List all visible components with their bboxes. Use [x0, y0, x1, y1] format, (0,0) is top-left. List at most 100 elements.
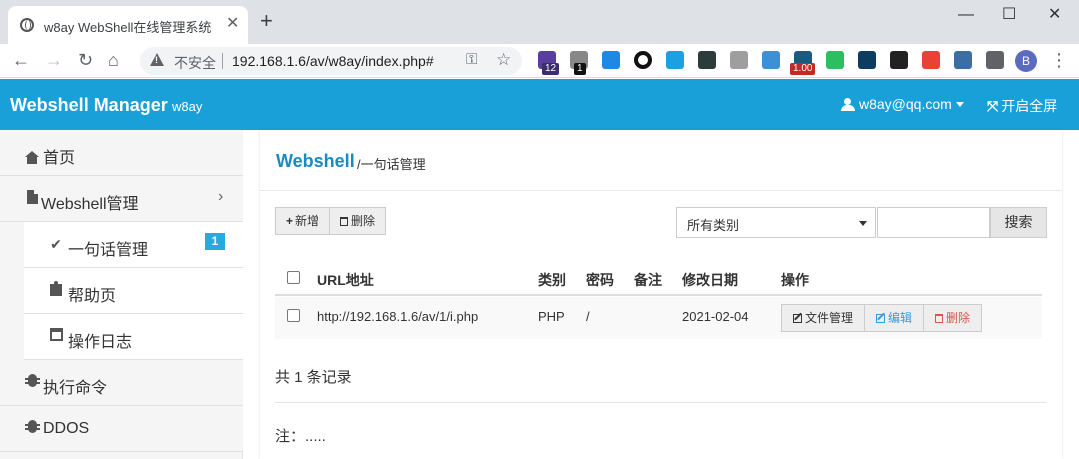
users-icon [840, 98, 856, 111]
ext-chart-icon[interactable] [858, 51, 876, 69]
user-menu[interactable]: w8ay@qq.com [840, 96, 964, 112]
tab-title: w8ay WebShell在线管理系统 [44, 20, 212, 35]
reload-button[interactable]: ↻ [78, 49, 93, 71]
trash-icon [340, 217, 349, 226]
column-header-url[interactable]: URL地址 [317, 270, 374, 290]
app-header: Webshell Manager w8ay w8ay@qq.com ⤧ 开启全屏 [0, 79, 1079, 130]
search-input[interactable] [877, 207, 990, 238]
maximize-button[interactable]: ☐ [1002, 6, 1016, 24]
ext-google-icon[interactable] [922, 51, 940, 69]
insecure-label[interactable]: 不安全 [174, 53, 216, 73]
count-badge: 1 [205, 233, 225, 250]
brand-subtitle: w8ay [172, 99, 203, 114]
record-count: 共 1 条记录 [275, 369, 352, 386]
sidebar-item-help[interactable]: 帮助页 [24, 268, 243, 314]
url-text[interactable]: 192.168.1.6/av/w8ay/index.php# [232, 53, 434, 69]
ext-pin-icon[interactable] [602, 51, 620, 69]
ext-cube-icon[interactable] [666, 51, 684, 69]
minimize-button[interactable]: — [958, 6, 974, 24]
ext-ring-icon[interactable] [634, 51, 652, 69]
row-delete-button[interactable]: 删除 [924, 304, 983, 332]
extension-badge: 1.00 [790, 63, 816, 75]
ext-dark-icon[interactable] [698, 51, 716, 69]
cell-url[interactable]: http://192.168.1.6/av/1/i.php [317, 309, 478, 324]
extension-badge: 1 [574, 63, 586, 75]
ext-mail-icon[interactable] [730, 51, 748, 69]
profile-avatar[interactable]: B [1015, 50, 1037, 72]
column-header-password[interactable]: 密码 [586, 270, 614, 290]
sidebar: 首页 Webshell管理 › ✔ 一句话管理 1 帮助页 操作日志 执行命令 … [0, 130, 243, 459]
edit-icon [793, 314, 802, 323]
globe-icon [20, 18, 34, 32]
add-button-label: 新增 [295, 214, 320, 228]
edit-button[interactable]: 编辑 [865, 304, 925, 332]
sidebar-item-log[interactable]: 操作日志 [24, 314, 243, 360]
ext-arrow-icon[interactable] [762, 51, 780, 69]
bug-icon [24, 374, 40, 390]
check-icon: ✔ [50, 236, 62, 252]
delete-button-label: 删除 [351, 214, 376, 228]
brand-title[interactable]: Webshell Manager [10, 95, 168, 116]
divider [275, 402, 1047, 403]
column-header-type[interactable]: 类别 [538, 270, 566, 290]
column-header-remark[interactable]: 备注 [634, 270, 662, 290]
action-button-group: + 新增 删除 [275, 207, 387, 235]
file-manager-button[interactable]: 文件管理 [781, 304, 866, 332]
back-button[interactable]: ← [12, 49, 30, 71]
fullscreen-button[interactable]: ⤧ 开启全屏 [987, 96, 1057, 116]
file-manager-label: 文件管理 [805, 311, 854, 325]
key-icon[interactable]: ⚿ [466, 51, 477, 68]
ext-tape-icon[interactable] [890, 51, 908, 69]
sidebar-item-ddos[interactable]: DDOS [0, 406, 243, 452]
row-checkbox[interactable] [287, 309, 300, 322]
sidebar-item-home[interactable]: 首页 [0, 130, 243, 176]
sidebar-item-label: DDOS [43, 420, 90, 437]
divider [260, 190, 1062, 191]
category-select-value: 所有类别 [687, 218, 740, 233]
bookmark-star-icon[interactable]: ☆ [496, 50, 511, 70]
select-all-checkbox[interactable] [287, 271, 300, 284]
trash-icon [935, 314, 944, 323]
tab-close-icon[interactable]: ✕ [226, 15, 239, 33]
calendar-icon [48, 328, 64, 344]
browser-menu-icon[interactable]: ⋮ [1050, 50, 1068, 70]
ext-evernote-icon[interactable] [826, 51, 844, 69]
column-header-date[interactable]: 修改日期 [682, 270, 738, 290]
sidebar-item-label: 帮助页 [68, 288, 117, 305]
search-button[interactable]: 搜索 [990, 207, 1047, 238]
sidebar-item-oneliner[interactable]: ✔ 一句话管理 1 [24, 222, 243, 268]
puzzle-icon [48, 281, 64, 299]
fullscreen-label: 开启全屏 [1001, 98, 1058, 114]
browser-tab[interactable]: w8ay WebShell在线管理系统 ✕ [8, 6, 248, 44]
ext-puzzle-icon[interactable] [986, 51, 1004, 69]
ext-grid-icon[interactable] [954, 51, 972, 69]
sidebar-item-label: 执行命令 [43, 380, 108, 397]
note-text: 注：..... [275, 428, 326, 445]
address-separator [222, 53, 223, 69]
sidebar-item-label: 操作日志 [68, 334, 133, 351]
sidebar-item-label: 首页 [43, 150, 76, 167]
add-button[interactable]: + 新增 [275, 207, 331, 235]
forward-button[interactable]: → [45, 49, 63, 71]
main-panel: Webshell /一句话管理 + 新增 删除 所有类别 搜索 URL地址 类别 … [260, 130, 1062, 459]
file-icon [24, 190, 40, 207]
table-row: http://192.168.1.6/av/1/i.php PHP / 2021… [275, 297, 1042, 339]
browser-tabstrip: w8ay WebShell在线管理系统 ✕ + — ☐ ✕ [0, 0, 1079, 44]
warning-icon [150, 53, 164, 66]
edit-label: 编辑 [888, 311, 913, 325]
caret-down-icon [859, 221, 867, 226]
row-actions: 文件管理 编辑 删除 [781, 304, 983, 332]
edit-icon [876, 314, 886, 323]
sidebar-item-exec[interactable]: 执行命令 [0, 360, 243, 406]
delete-button[interactable]: 删除 [330, 207, 387, 235]
home-button[interactable]: ⌂ [108, 49, 119, 71]
extension-badge: 12 [542, 63, 560, 75]
sidebar-item-webshell[interactable]: Webshell管理 › [0, 176, 243, 222]
address-bar[interactable]: 不安全 192.168.1.6/av/w8ay/index.php# ⚿ ☆ [140, 47, 522, 75]
category-select[interactable]: 所有类别 [676, 207, 876, 238]
sidebar-item-label: 一句话管理 [68, 242, 149, 259]
plus-icon: + [286, 214, 294, 228]
close-window-button[interactable]: ✕ [1048, 6, 1061, 24]
new-tab-button[interactable]: + [260, 10, 273, 32]
column-header-actions: 操作 [781, 272, 809, 288]
